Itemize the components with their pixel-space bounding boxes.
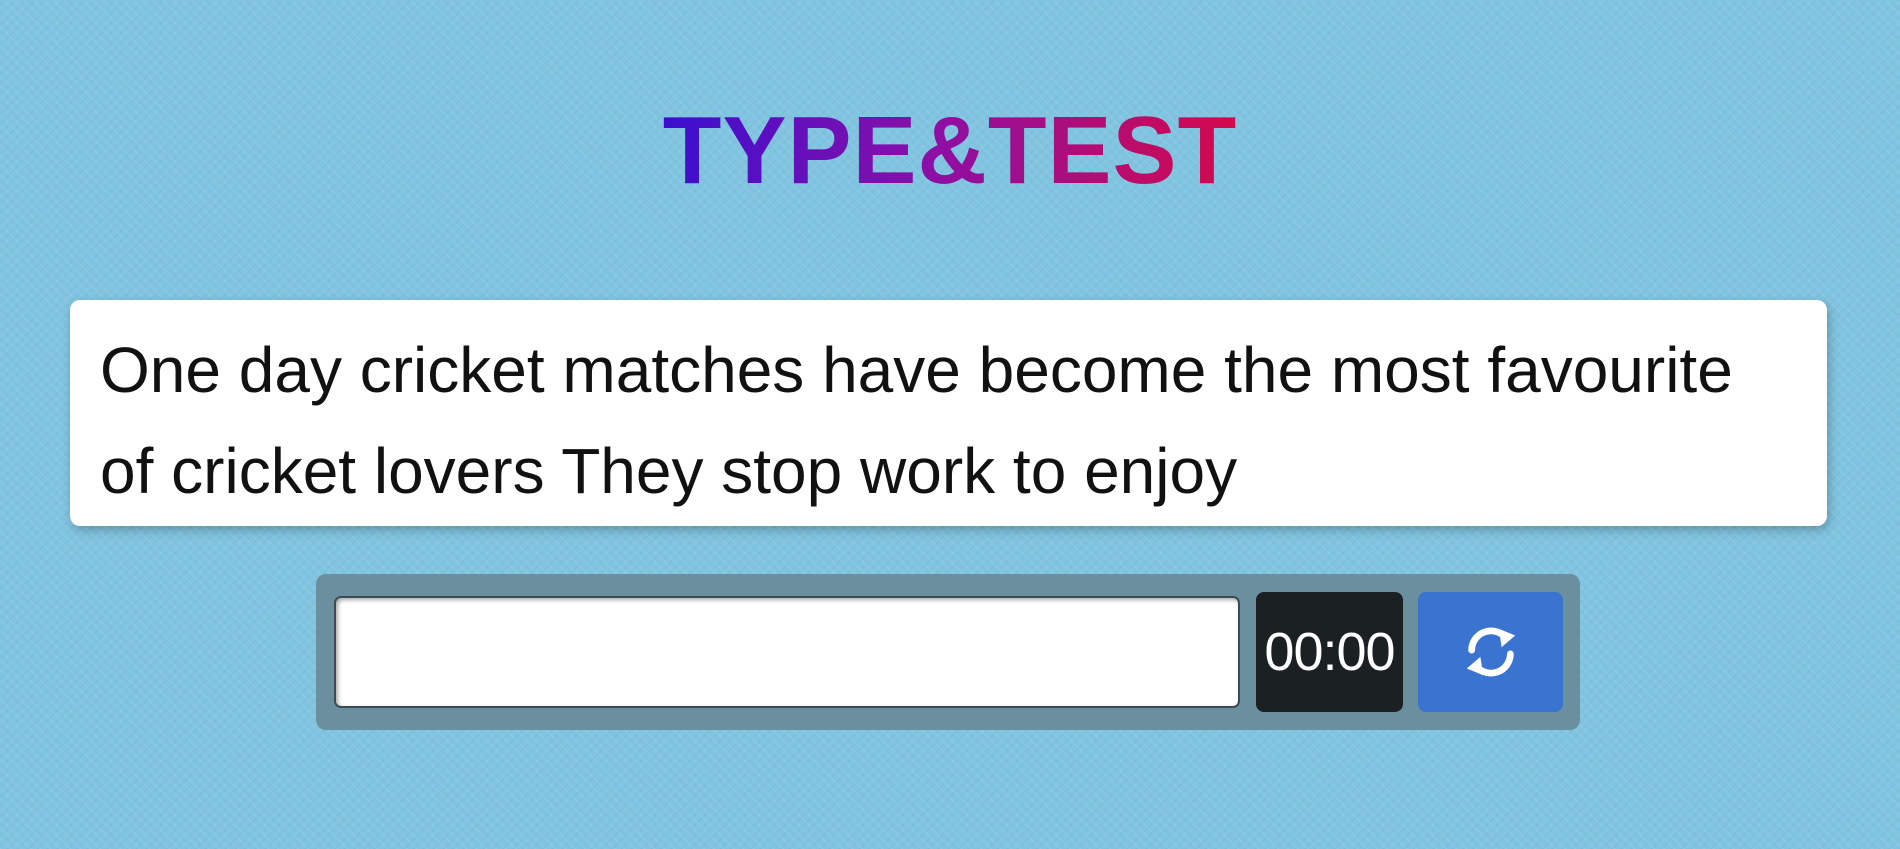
typing-input[interactable] (334, 596, 1240, 708)
app-title-text: TYPE&TEST (662, 97, 1238, 204)
quote-text: One day cricket matches have become the … (100, 334, 1733, 507)
timer-display: 00:00 (1256, 592, 1403, 712)
reset-button[interactable] (1418, 592, 1563, 712)
controls-bar: 00:00 (316, 574, 1580, 730)
app-title: TYPE&TEST (0, 96, 1900, 206)
refresh-icon (1466, 627, 1515, 677)
quote-card: One day cricket matches have become the … (70, 300, 1827, 526)
